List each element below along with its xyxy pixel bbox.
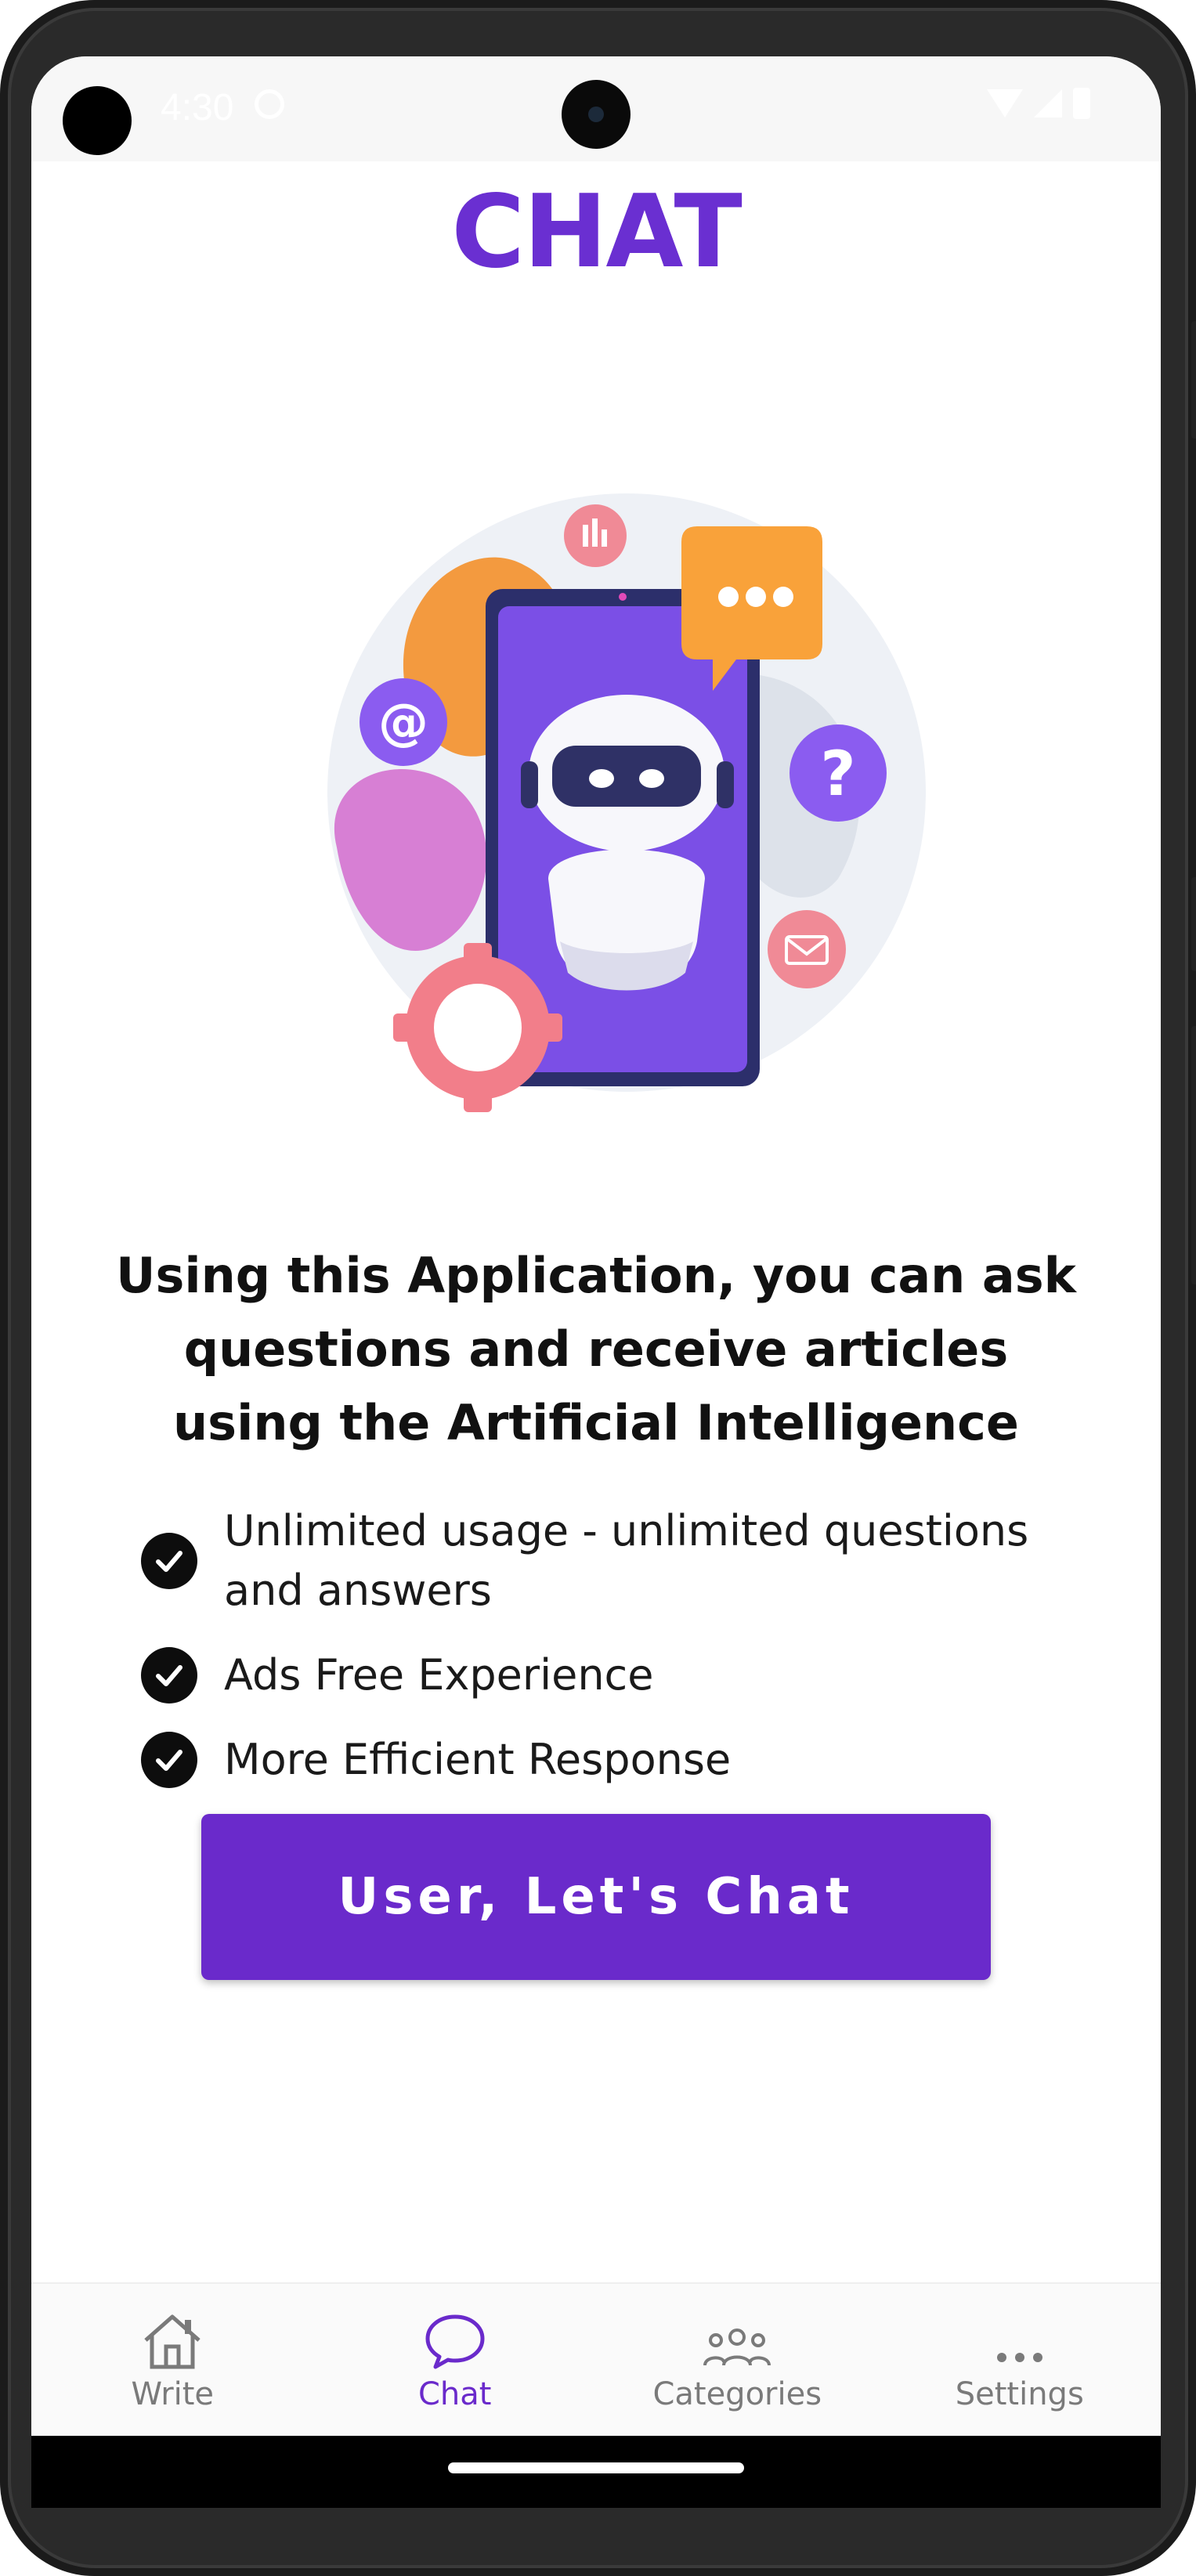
feature-item: Ads Free Experience <box>141 1646 1081 1705</box>
page-title: CHAT <box>451 174 743 291</box>
chatbot-illustration: @ ? <box>327 493 926 1112</box>
google-status-icon <box>255 89 284 119</box>
feature-item: More Efficient Response <box>141 1730 1081 1790</box>
pink-blob <box>334 769 487 951</box>
power-button <box>1191 321 1196 439</box>
nav-label-write: Write <box>131 2376 215 2412</box>
question-bubble-icon: ? <box>790 724 887 822</box>
chart-bubble-icon <box>564 504 627 567</box>
nav-label-categories: Categories <box>652 2376 822 2412</box>
check-circle-icon <box>141 1732 197 1788</box>
wifi-icon <box>987 89 1023 117</box>
lets-chat-button[interactable]: User, Let's Chat <box>201 1814 991 1980</box>
robot-ear-left <box>521 761 538 808</box>
feature-list: Unlimited usage - unlimited questions an… <box>141 1501 1081 1815</box>
battery-icon <box>1073 88 1090 119</box>
gesture-navigation-area <box>31 2436 1161 2508</box>
check-circle-icon <box>141 1533 197 1589</box>
nav-item-categories[interactable]: Categories <box>596 2284 879 2437</box>
nav-label-settings: Settings <box>955 2376 1084 2412</box>
robot-ear-right <box>717 761 734 808</box>
people-icon <box>702 2309 772 2372</box>
svg-text:?: ? <box>820 739 855 810</box>
home-icon <box>141 2309 204 2372</box>
feature-text: Unlimited usage - unlimited questions an… <box>224 1506 1029 1615</box>
home-gesture-bar[interactable] <box>448 2462 744 2473</box>
headline: Using this Application, you can ask ques… <box>116 1247 1076 1451</box>
nav-item-write[interactable]: Write <box>31 2284 314 2437</box>
robot-eye-right <box>639 769 664 788</box>
volume-up-button <box>1191 877 1196 971</box>
robot-eye-left <box>589 769 614 788</box>
status-icons <box>987 88 1090 119</box>
at-sign-bubble-icon: @ <box>360 678 447 766</box>
chat-bubble-icon <box>423 2309 487 2372</box>
phone-speaker-dot <box>619 593 627 601</box>
feature-text: More Efficient Response <box>224 1735 732 1784</box>
screen: 4:30 CHAT @ ? Using this Application, yo… <box>31 56 1161 2508</box>
svg-text:@: @ <box>378 694 428 752</box>
status-bar: 4:30 <box>31 56 1161 161</box>
nav-label-chat: Chat <box>418 2376 492 2412</box>
signal-icon <box>1034 89 1062 117</box>
bottom-navigation: Write Chat Categories Settings <box>31 2282 1161 2437</box>
volume-down-button <box>1191 1026 1196 1284</box>
camera-cutout-left <box>63 86 132 155</box>
robot-visor <box>552 746 701 807</box>
phone-frame: 4:30 CHAT @ ? Using this Application, yo… <box>0 0 1196 2576</box>
nav-item-settings[interactable]: Settings <box>879 2284 1162 2437</box>
check-circle-icon <box>141 1647 197 1703</box>
mail-bubble-icon <box>768 910 846 988</box>
nav-item-chat[interactable]: Chat <box>314 2284 597 2437</box>
front-camera <box>562 80 631 149</box>
more-dots-icon <box>992 2309 1047 2372</box>
feature-item: Unlimited usage - unlimited questions an… <box>141 1501 1081 1620</box>
feature-text: Ads Free Experience <box>224 1650 654 1700</box>
status-time: 4:30 <box>161 87 234 128</box>
